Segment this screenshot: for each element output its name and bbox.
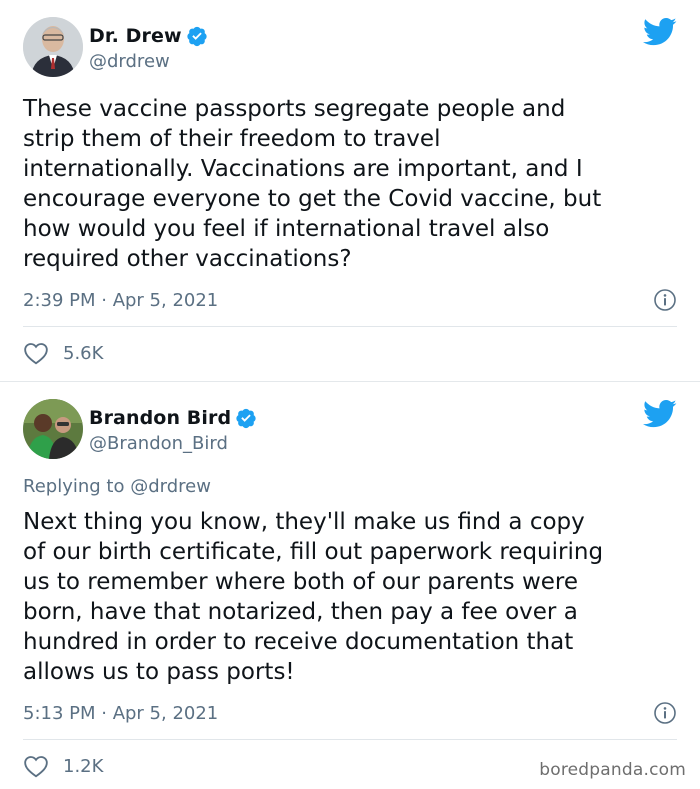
replying-label: Replying to [23,476,125,497]
author-handle[interactable]: @drdrew [89,51,208,72]
heart-icon[interactable] [23,754,49,778]
tweet-card: Dr. Drew @drdrew These vaccine passports… [0,0,700,381]
tweet-header: Dr. Drew @drdrew [23,17,677,79]
replying-to: Replying to @drdrew [23,476,211,497]
tweet-meta: 2:39 PM · Apr 5, 2021 [23,287,677,313]
author-block: Brandon Bird @Brandon_Bird [89,405,257,454]
avatar[interactable] [23,399,83,459]
verified-badge-icon [236,408,256,429]
info-icon[interactable] [653,288,677,312]
twitter-bird-icon[interactable] [643,399,677,429]
tweet-text: Next thing you know, they'll make us fin… [23,509,604,685]
author-name[interactable]: Brandon Bird [89,407,231,429]
divider [23,326,677,327]
tweet-timestamp[interactable]: 5:13 PM · Apr 5, 2021 [23,703,218,724]
info-icon[interactable] [653,701,677,725]
verified-badge-icon [187,26,207,47]
tweet-text: These vaccine passports segregate people… [23,96,602,272]
watermark: boredpanda.com [539,760,686,780]
like-count: 1.2K [63,755,104,777]
twitter-bird-icon[interactable] [643,17,677,47]
divider [23,739,677,740]
tweet-card: Brandon Bird @Brandon_Bird Replying to @… [0,381,700,789]
like-count: 5.6K [63,342,104,364]
like-action[interactable]: 1.2K [23,753,103,779]
replying-mention-link[interactable]: @drdrew [130,476,211,497]
tweet-header: Brandon Bird @Brandon_Bird [23,399,677,461]
author-handle[interactable]: @Brandon_Bird [89,433,257,454]
like-action[interactable]: 5.6K [23,340,103,366]
avatar[interactable] [23,17,83,77]
author-name[interactable]: Dr. Drew [89,25,182,47]
author-block: Dr. Drew @drdrew [89,23,208,72]
tweet-timestamp[interactable]: 2:39 PM · Apr 5, 2021 [23,290,218,311]
tweet-meta: 5:13 PM · Apr 5, 2021 [23,700,677,726]
heart-icon[interactable] [23,341,49,365]
